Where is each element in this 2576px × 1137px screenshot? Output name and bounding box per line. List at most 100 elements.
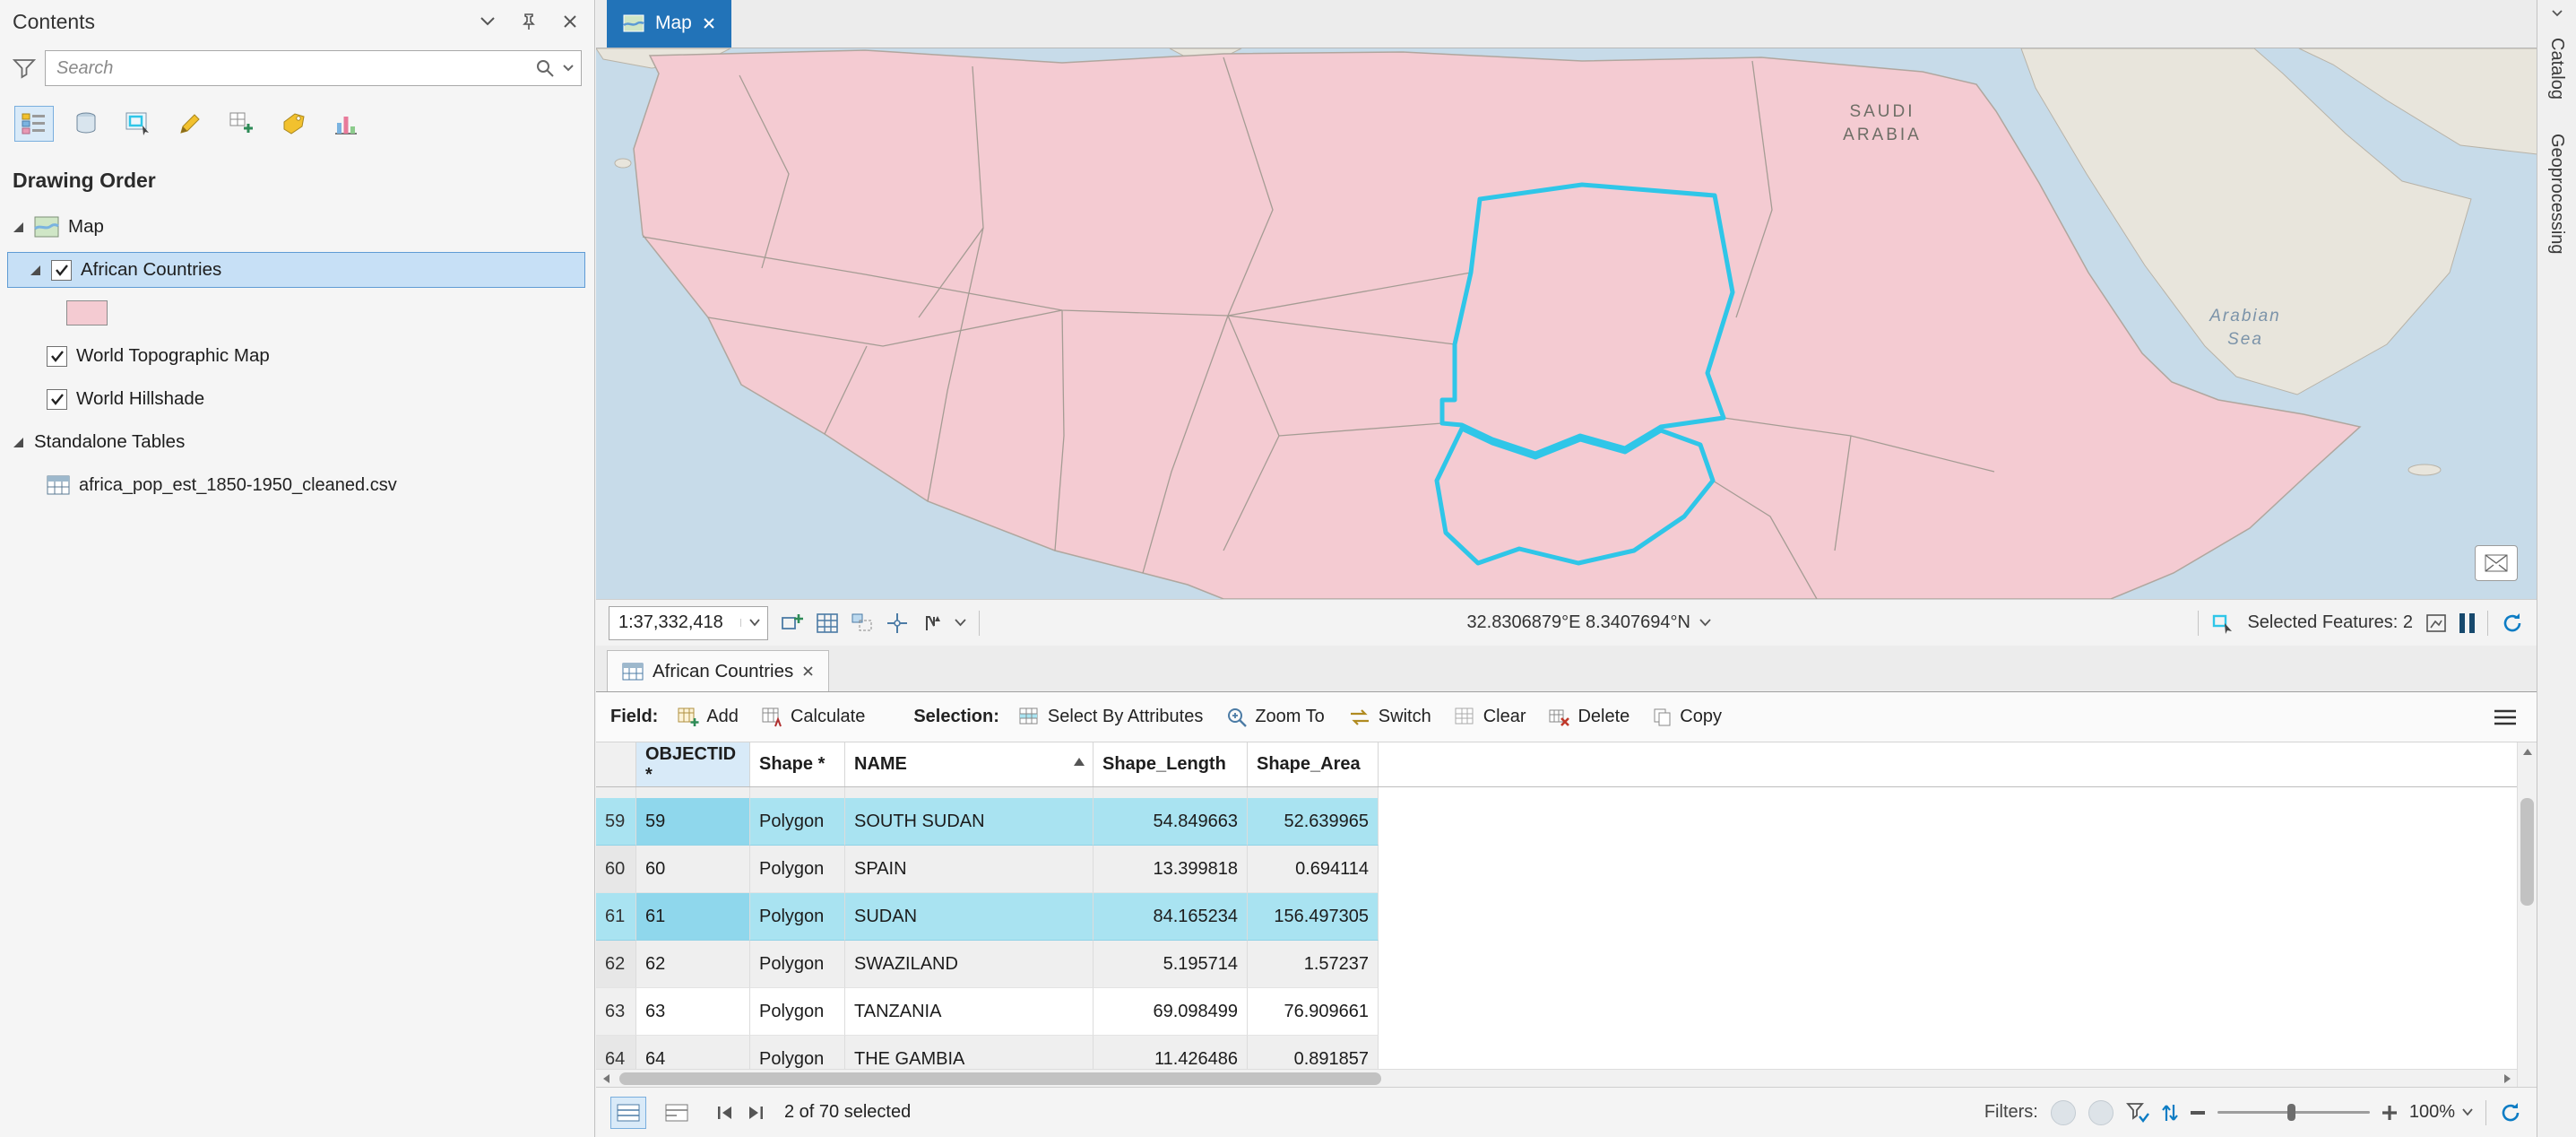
attribute-table-tab[interactable]: African Countries (607, 650, 830, 691)
column-header-shape-length[interactable]: Shape_Length (1094, 742, 1248, 786)
name-cell[interactable]: SWAZILAND (845, 941, 1094, 988)
objectid-cell[interactable]: 61 (636, 893, 750, 941)
scroll-left-icon[interactable] (596, 1073, 616, 1084)
open-table-icon[interactable] (817, 612, 838, 633)
list-by-editing-icon[interactable] (170, 106, 210, 142)
zoom-to-button[interactable]: Zoom To (1219, 701, 1331, 733)
shape-length-cell[interactable]: 13.399818 (1094, 846, 1248, 893)
chevron-down-icon[interactable] (955, 619, 966, 627)
expand-triangle-icon[interactable] (11, 437, 25, 448)
shape-area-cell[interactable]: 156.497305 (1248, 893, 1379, 941)
column-header-objectid[interactable]: OBJECTID * (636, 742, 750, 786)
search-icon[interactable] (535, 58, 555, 78)
selection-options-icon[interactable] (2425, 613, 2447, 633)
tree-item-african-countries[interactable]: African Countries (7, 252, 585, 288)
shape-length-cell[interactable]: 54.849663 (1094, 798, 1248, 846)
list-by-drawing-order-icon[interactable] (14, 106, 54, 142)
selection-tools-icon[interactable] (851, 612, 874, 634)
sync-selection-icon[interactable] (2161, 1102, 2178, 1124)
chevron-down-icon[interactable] (1699, 619, 1711, 627)
vertical-scrollbar[interactable] (2517, 742, 2537, 1087)
refresh-icon[interactable] (2501, 612, 2524, 635)
zoom-slider-thumb[interactable] (2286, 1104, 2295, 1121)
objectid-cell[interactable]: 62 (636, 941, 750, 988)
table-row[interactable]: 62 62 Polygon SWAZILAND 5.195714 1.57237 (596, 941, 1379, 988)
list-by-selection-icon[interactable] (118, 106, 158, 142)
table-row[interactable]: 63 63 Polygon TANZANIA 69.098499 76.9096… (596, 988, 1379, 1036)
polygon-symbol-swatch[interactable] (66, 300, 108, 325)
clear-selection-button[interactable]: Clear (1448, 701, 1534, 733)
name-cell[interactable]: SPAIN (845, 846, 1094, 893)
map-coordinates[interactable]: 32.8306879°E 8.3407694°N (992, 612, 2185, 633)
shape-cell[interactable]: Polygon (750, 988, 845, 1036)
form-view-icon[interactable] (659, 1097, 695, 1129)
add-field-button[interactable]: Add (670, 701, 746, 733)
table-zoom-slider[interactable] (2217, 1104, 2370, 1121)
shape-area-cell[interactable]: 76.909661 (1248, 988, 1379, 1036)
shape-area-cell[interactable]: 0.694114 (1248, 846, 1379, 893)
select-by-attributes-button[interactable]: Select By Attributes (1012, 701, 1210, 733)
shape-cell[interactable]: Polygon (750, 893, 845, 941)
refresh-icon[interactable] (2499, 1101, 2522, 1124)
tree-item-world-hillshade[interactable]: World Hillshade (7, 378, 594, 421)
layer-checkbox[interactable] (47, 345, 67, 367)
chevron-down-icon[interactable] (740, 619, 767, 627)
close-icon[interactable] (703, 17, 715, 30)
delete-selected-button[interactable]: Delete (1542, 701, 1637, 733)
close-icon[interactable] (558, 10, 582, 33)
shape-cell[interactable]: Polygon (750, 846, 845, 893)
column-header-shape-area[interactable]: Shape_Area (1248, 742, 1379, 786)
layer-checkbox[interactable] (51, 259, 72, 281)
first-record-icon[interactable] (716, 1106, 734, 1120)
row-number-cell[interactable]: 60 (596, 846, 636, 893)
tree-item-standalone-tables[interactable]: Standalone Tables (7, 421, 594, 464)
copy-button[interactable]: Copy (1646, 701, 1729, 733)
shape-cell[interactable]: Polygon (750, 798, 845, 846)
search-options-chevron-icon[interactable] (562, 64, 575, 73)
row-number-cell[interactable]: 62 (596, 941, 636, 988)
objectid-cell[interactable]: 60 (636, 846, 750, 893)
objectid-cell[interactable]: 63 (636, 988, 750, 1036)
filter-icon[interactable] (13, 57, 36, 79)
pin-icon[interactable] (517, 10, 540, 33)
shape-area-cell[interactable]: 1.57237 (1248, 941, 1379, 988)
row-number-cell[interactable]: 61 (596, 893, 636, 941)
name-cell[interactable]: SOUTH SUDAN (845, 798, 1094, 846)
shape-length-cell[interactable]: 5.195714 (1094, 941, 1248, 988)
shape-area-cell[interactable]: 52.639965 (1248, 798, 1379, 846)
expand-triangle-icon[interactable] (28, 265, 42, 276)
column-header-shape[interactable]: Shape * (750, 742, 845, 786)
shape-length-cell[interactable]: 84.165234 (1094, 893, 1248, 941)
horizontal-scrollbar[interactable] (596, 1069, 2517, 1087)
table-row[interactable]: 59 59 Polygon SOUTH SUDAN 54.849663 52.6… (596, 798, 1379, 846)
filter-funnel-icon[interactable] (2125, 1102, 2149, 1124)
table-menu-hamburger-icon[interactable] (2494, 708, 2522, 726)
list-by-labeling-icon[interactable] (274, 106, 314, 142)
name-cell[interactable]: SUDAN (845, 893, 1094, 941)
zoom-in-plus-icon[interactable] (2382, 1105, 2397, 1120)
column-header-name[interactable]: NAME (845, 742, 1094, 786)
geoprocessing-pane-tab[interactable]: Geoprocessing (2546, 119, 2567, 269)
tree-item-map[interactable]: Map (7, 205, 594, 248)
close-icon[interactable] (802, 665, 814, 677)
scroll-up-icon[interactable] (2522, 748, 2533, 756)
shape-cell[interactable]: Polygon (750, 941, 845, 988)
search-input[interactable] (45, 50, 582, 86)
row-number-cell[interactable]: 59 (596, 798, 636, 846)
tree-item-csv-table[interactable]: africa_pop_est_1850-1950_cleaned.csv (7, 464, 594, 507)
map-view-tab[interactable]: Map (607, 0, 731, 48)
chevron-down-icon[interactable] (2551, 9, 2563, 18)
last-record-icon[interactable] (747, 1106, 765, 1120)
row-number-cell[interactable]: 63 (596, 988, 636, 1036)
table-row[interactable]: 61 61 Polygon SUDAN 84.165234 156.497305 (596, 893, 1379, 941)
overview-extent-button[interactable] (2475, 545, 2518, 581)
table-row[interactable]: 60 60 Polygon SPAIN 13.399818 0.694114 (596, 846, 1379, 893)
catalog-pane-tab[interactable]: Catalog (2546, 23, 2567, 114)
map-scale-dropdown[interactable]: 1:37,332,418 (609, 605, 768, 640)
name-cell[interactable]: TANZANIA (845, 988, 1094, 1036)
shape-length-cell[interactable]: 69.098499 (1094, 988, 1248, 1036)
scroll-right-icon[interactable] (2497, 1073, 2517, 1084)
snap-crosshair-icon[interactable] (886, 612, 908, 634)
add-graphics-icon[interactable] (781, 612, 804, 634)
calculate-field-button[interactable]: Calculate (755, 701, 872, 733)
